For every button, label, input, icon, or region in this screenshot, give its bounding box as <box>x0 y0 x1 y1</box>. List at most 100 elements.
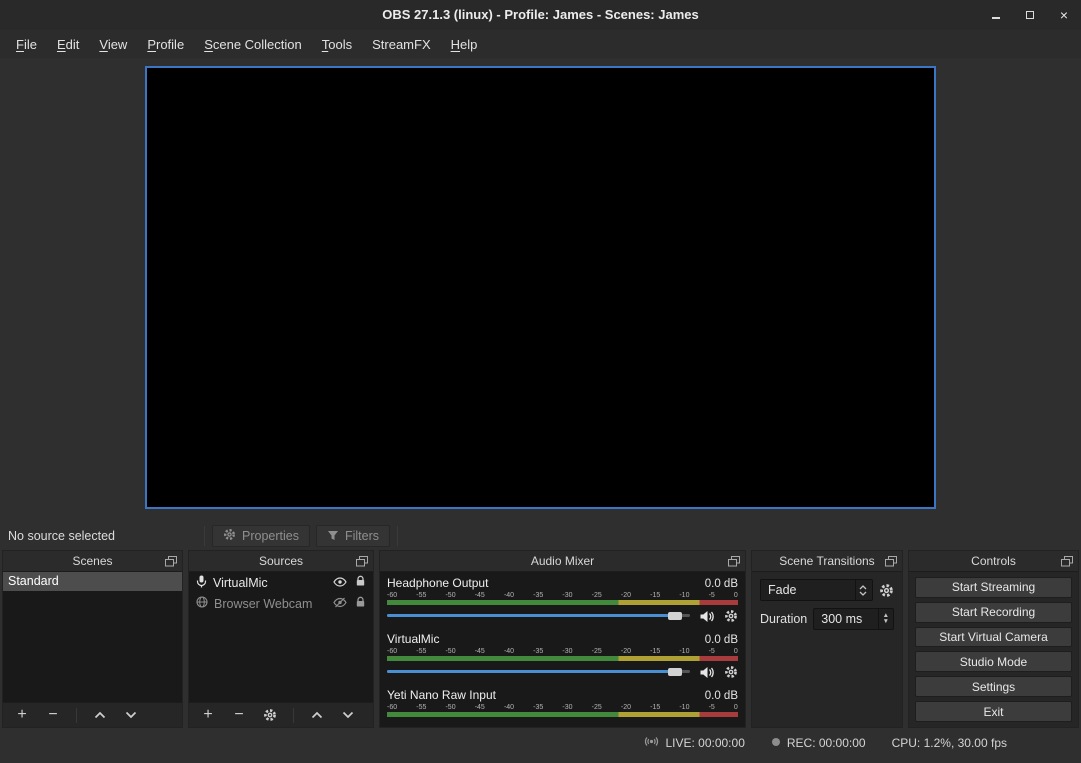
rec-status: REC: 00:00:00 <box>771 736 866 750</box>
channel-settings-gear-icon[interactable] <box>724 609 738 623</box>
audio-mixer-header[interactable]: Audio Mixer <box>380 551 745 572</box>
controls-body: Start Streaming Start Recording Start Vi… <box>909 572 1078 727</box>
settings-button[interactable]: Settings <box>915 676 1072 697</box>
scale-tick: -25 <box>592 592 602 599</box>
duration-spinbox[interactable]: 300 ms ▲▼ <box>813 608 894 630</box>
source-row-virtualmic[interactable]: VirtualMic <box>189 572 373 593</box>
combo-spinner-icons[interactable] <box>855 580 870 600</box>
transition-select[interactable]: Fade <box>760 579 873 601</box>
menu-profile[interactable]: Profile <box>137 33 194 56</box>
visible-eye-icon[interactable] <box>333 576 347 590</box>
source-row-browser-webcam[interactable]: Browser Webcam <box>189 593 373 614</box>
channel-volume-db: 0.0 dB <box>705 634 738 646</box>
start-virtual-camera-button[interactable]: Start Virtual Camera <box>915 627 1072 648</box>
volume-slider-handle[interactable] <box>668 668 682 676</box>
scenes-toolbar: + − <box>3 702 182 727</box>
channel-name: Yeti Nano Raw Input <box>387 688 496 702</box>
source-label: VirtualMic <box>213 576 268 590</box>
scene-transitions-title: Scene Transitions <box>779 554 874 568</box>
controls-header[interactable]: Controls <box>909 551 1078 572</box>
live-broadcast-icon <box>644 735 659 751</box>
record-dot-icon <box>771 736 781 750</box>
exit-button[interactable]: Exit <box>915 701 1072 722</box>
menu-edit[interactable]: Edit <box>47 33 89 56</box>
move-source-up-icon[interactable] <box>309 707 325 723</box>
lock-icon[interactable] <box>355 575 366 590</box>
filters-label: Filters <box>345 529 379 543</box>
hidden-eye-slash-icon[interactable] <box>333 597 347 611</box>
volume-slider-handle[interactable] <box>668 612 682 620</box>
scale-tick: -40 <box>504 592 514 599</box>
remove-scene-icon[interactable]: − <box>45 707 61 723</box>
window-controls: × <box>989 0 1071 30</box>
volume-slider[interactable] <box>387 665 690 679</box>
popout-icon[interactable] <box>1061 555 1073 570</box>
spinbox-arrow-icons[interactable]: ▲▼ <box>878 609 893 629</box>
scale-tick: -35 <box>533 592 543 599</box>
add-source-icon[interactable]: + <box>200 707 216 723</box>
move-scene-up-icon[interactable] <box>92 707 108 723</box>
remove-source-icon[interactable]: − <box>231 707 247 723</box>
scene-transitions-panel: Scene Transitions Fade <box>751 550 903 728</box>
menu-scene-collection[interactable]: Scene Collection <box>194 33 312 56</box>
transition-settings-gear-icon[interactable] <box>879 583 894 598</box>
studio-mode-button[interactable]: Studio Mode <box>915 651 1072 672</box>
sources-header[interactable]: Sources <box>189 551 373 572</box>
scale-tick: -45 <box>475 704 485 711</box>
popout-icon[interactable] <box>165 555 177 570</box>
menu-tools[interactable]: Tools <box>312 33 362 56</box>
scene-transitions-header[interactable]: Scene Transitions <box>752 551 902 572</box>
toolbar-separator <box>397 526 398 546</box>
scale-tick: -60 <box>387 704 397 711</box>
move-source-down-icon[interactable] <box>340 707 356 723</box>
scale-tick: -30 <box>562 592 572 599</box>
volume-slider[interactable] <box>387 609 690 623</box>
channel-volume-db: 0.0 dB <box>705 578 738 590</box>
controls-title: Controls <box>971 554 1016 568</box>
preview-canvas[interactable] <box>145 66 936 509</box>
scenes-title: Scenes <box>72 554 112 568</box>
cpu-fps-stats: CPU: 1.2%, 30.00 fps <box>892 736 1007 750</box>
scale-tick: -50 <box>445 704 455 711</box>
filters-icon <box>327 529 339 544</box>
channel-settings-gear-icon[interactable] <box>724 665 738 679</box>
start-streaming-button[interactable]: Start Streaming <box>915 577 1072 598</box>
filters-button[interactable]: Filters <box>316 525 390 547</box>
lock-icon[interactable] <box>355 596 366 611</box>
scale-tick: 0 <box>734 704 738 711</box>
scene-item[interactable]: Standard <box>3 572 182 591</box>
menu-view[interactable]: View <box>89 33 137 56</box>
scale-tick: -40 <box>504 648 514 655</box>
volume-level-meter <box>387 656 738 661</box>
speaker-mute-icon[interactable] <box>699 666 715 679</box>
minimize-icon[interactable] <box>989 8 1003 22</box>
popout-icon[interactable] <box>356 555 368 570</box>
live-time: LIVE: 00:00:00 <box>665 736 744 750</box>
speaker-mute-icon[interactable] <box>699 610 715 623</box>
move-scene-down-icon[interactable] <box>123 707 139 723</box>
scenes-header[interactable]: Scenes <box>3 551 182 572</box>
source-toolbar: No source selected Properties Filters <box>0 522 1081 550</box>
add-scene-icon[interactable]: + <box>14 707 30 723</box>
scale-tick: -5 <box>709 592 715 599</box>
menu-streamfx[interactable]: StreamFX <box>362 33 441 56</box>
menu-file[interactable]: File <box>6 33 47 56</box>
window-title: OBS 27.1.3 (linux) - Profile: James - Sc… <box>0 0 1081 30</box>
scale-tick: -55 <box>416 648 426 655</box>
start-recording-button[interactable]: Start Recording <box>915 602 1072 623</box>
popout-icon[interactable] <box>728 555 740 570</box>
maximize-icon[interactable] <box>1023 8 1037 22</box>
globe-icon <box>196 596 208 611</box>
scale-tick: -45 <box>475 592 485 599</box>
popout-icon[interactable] <box>885 555 897 570</box>
dock-row: Scenes Standard + − Sources <box>0 550 1081 728</box>
db-scale: -60-55-50-45-40-35-30-25-20-15-10-50 <box>387 646 738 655</box>
source-properties-gear-icon[interactable] <box>262 707 278 723</box>
scale-tick: -5 <box>709 648 715 655</box>
footer-separator <box>76 708 77 723</box>
properties-button[interactable]: Properties <box>212 525 310 547</box>
preview-area <box>0 58 1081 522</box>
scale-tick: -15 <box>650 592 660 599</box>
close-icon[interactable]: × <box>1057 8 1071 22</box>
menu-help[interactable]: Help <box>441 33 488 56</box>
